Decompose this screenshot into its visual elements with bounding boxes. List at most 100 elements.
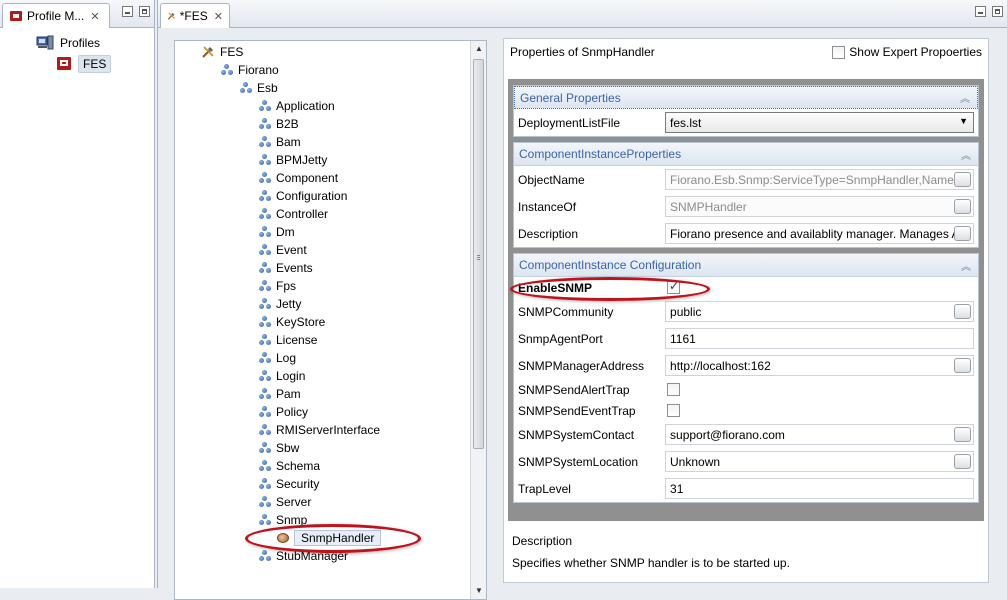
snmpsystemcontact-field[interactable]: support@fiorano.com bbox=[665, 424, 974, 445]
enablesnmp-checkbox[interactable] bbox=[667, 279, 680, 294]
description-field[interactable]: Fiorano presence and availablity manager… bbox=[665, 223, 974, 244]
minimize-icon[interactable] bbox=[975, 6, 986, 17]
description-title: Description bbox=[512, 534, 573, 548]
field-value: Fiorano.Esb.Snmp:ServiceType=SnmpHandler… bbox=[670, 172, 969, 187]
tree-node-license[interactable]: License bbox=[259, 331, 317, 349]
tree-node-bam[interactable]: Bam bbox=[259, 133, 301, 151]
tree-node-snmp[interactable]: Snmp bbox=[259, 511, 307, 529]
tree-label: Esb bbox=[257, 81, 278, 95]
collapse-icon[interactable]: ︽ bbox=[961, 258, 971, 273]
tree-node-b2b[interactable]: B2B bbox=[259, 115, 299, 133]
collapse-icon[interactable]: ︽ bbox=[960, 90, 970, 105]
tree-node-schema[interactable]: Schema bbox=[259, 457, 320, 475]
snmpsystemlocation-field[interactable]: Unknown bbox=[665, 451, 974, 472]
tree-node-snmphandler[interactable]: SnmpHandler bbox=[277, 529, 382, 547]
tree-node-policy[interactable]: Policy bbox=[259, 403, 308, 421]
tree-node-application[interactable]: Application bbox=[259, 97, 335, 115]
tree-node-server[interactable]: Server bbox=[259, 493, 311, 511]
component-node-icon bbox=[259, 424, 271, 436]
edit-button[interactable] bbox=[954, 454, 971, 469]
tree-node-fiorano[interactable]: Fiorano bbox=[221, 61, 279, 79]
prop-snmpsendeventtrap: SNMPSendEventTrap bbox=[514, 400, 978, 421]
tree-node-profiles[interactable]: Profiles bbox=[36, 32, 154, 53]
tree-node-fes-root[interactable]: FES bbox=[201, 43, 243, 61]
tab-label: *FES bbox=[179, 9, 208, 23]
tree-scrollbar[interactable]: ▲ ▼ bbox=[470, 41, 486, 599]
component-node-icon bbox=[259, 334, 271, 346]
prop-label: SNMPCommunity bbox=[518, 304, 614, 319]
fes-editor: *FES ✕ FES Fiorano Esb Application B2B B… bbox=[157, 0, 1007, 600]
scroll-up-icon[interactable]: ▲ bbox=[471, 41, 486, 57]
prop-objectname: ObjectName Fiorano.Esb.Snmp:ServiceType=… bbox=[514, 166, 978, 193]
tree-node-login[interactable]: Login bbox=[259, 367, 305, 385]
tree-label: Controller bbox=[276, 207, 329, 221]
prop-label: SNMPSendEventTrap bbox=[518, 403, 636, 418]
tree-node-security[interactable]: Security bbox=[259, 475, 319, 493]
close-icon[interactable]: ✕ bbox=[90, 10, 99, 23]
minimize-icon[interactable] bbox=[122, 6, 133, 17]
tree-node-esb[interactable]: Esb bbox=[240, 79, 278, 97]
tree-label: BPMJetty bbox=[276, 153, 328, 167]
scroll-thumb[interactable] bbox=[473, 59, 484, 449]
tree-node-keystore[interactable]: KeyStore bbox=[259, 313, 325, 331]
prop-snmpagentport: SnmpAgentPort 1161 bbox=[514, 325, 978, 352]
section-header[interactable]: ComponentInstanceProperties ︽ bbox=[514, 143, 978, 166]
tree-node-dm[interactable]: Dm bbox=[259, 223, 295, 241]
snmpcommunity-field[interactable]: public bbox=[665, 301, 974, 322]
tree-node-fps[interactable]: Fps bbox=[259, 277, 296, 295]
collapse-icon[interactable]: ︽ bbox=[961, 147, 971, 162]
snmpagentport-field[interactable]: 1161 bbox=[665, 328, 974, 349]
snmpmanageraddress-field[interactable]: http://localhost:162 bbox=[665, 355, 974, 376]
tree-node-sbw[interactable]: Sbw bbox=[259, 439, 299, 457]
scroll-down-icon[interactable]: ▼ bbox=[471, 583, 486, 599]
deploymentlistfile-select[interactable]: fes.lst ▼ bbox=[665, 112, 974, 133]
tab-profile-manager[interactable]: Profile M... ✕ bbox=[2, 3, 110, 28]
tree-node-pam[interactable]: Pam bbox=[259, 385, 301, 403]
field-value: SNMPHandler bbox=[670, 199, 747, 214]
snmpsendeventtrap-checkbox[interactable] bbox=[667, 404, 680, 417]
show-expert-toggle[interactable]: Show Expert Propoerties bbox=[832, 45, 982, 59]
tree-node-jetty[interactable]: Jetty bbox=[259, 295, 301, 313]
prop-enablesnmp: EnableSNMP bbox=[514, 277, 978, 298]
maximize-icon[interactable] bbox=[992, 6, 1003, 17]
edit-button[interactable] bbox=[954, 226, 971, 241]
tree-node-rmiserverinterface[interactable]: RMIServerInterface bbox=[259, 421, 380, 439]
tree-node-event[interactable]: Event bbox=[259, 241, 307, 259]
edit-button[interactable] bbox=[954, 358, 971, 373]
tree-label: Event bbox=[276, 243, 307, 257]
close-icon[interactable]: ✕ bbox=[214, 10, 223, 23]
snmpsendalerttrap-checkbox[interactable] bbox=[667, 383, 680, 396]
tree-node-configuration[interactable]: Configuration bbox=[259, 187, 347, 205]
tree-node-stubmanager[interactable]: StubManager bbox=[259, 547, 348, 565]
show-expert-checkbox[interactable] bbox=[832, 45, 846, 59]
prop-label: SNMPSendAlertTrap bbox=[518, 382, 630, 397]
edit-button[interactable] bbox=[954, 172, 971, 187]
component-node-icon bbox=[221, 64, 233, 76]
objectname-field[interactable]: Fiorano.Esb.Snmp:ServiceType=SnmpHandler… bbox=[665, 169, 974, 190]
edit-button[interactable] bbox=[954, 427, 971, 442]
properties-panel: Properties of SnmpHandler Show Expert Pr… bbox=[503, 38, 989, 583]
tree-node-controller[interactable]: Controller bbox=[259, 205, 328, 223]
instanceof-field[interactable]: SNMPHandler bbox=[665, 196, 974, 217]
edit-button[interactable] bbox=[954, 304, 971, 319]
tab-fes[interactable]: *FES ✕ bbox=[160, 3, 230, 28]
tree-node-log[interactable]: Log bbox=[259, 349, 296, 367]
section-header[interactable]: General Properties ︽ bbox=[514, 86, 978, 109]
field-value: 31 bbox=[670, 481, 684, 496]
profiles-tree: Profiles FES bbox=[0, 28, 154, 74]
tree-node-fes[interactable]: FES bbox=[56, 53, 154, 74]
maximize-icon[interactable] bbox=[139, 6, 150, 17]
component-node-icon bbox=[259, 550, 271, 562]
editor-tabbar: *FES ✕ bbox=[158, 0, 1007, 28]
tree-node-component[interactable]: Component bbox=[259, 169, 338, 187]
prop-description: Description Fiorano presence and availab… bbox=[514, 220, 978, 247]
section-header[interactable]: ComponentInstance Configuration ︽ bbox=[514, 254, 978, 277]
view-window-controls bbox=[122, 6, 150, 17]
section-general-properties: General Properties ︽ DeploymentListFile … bbox=[513, 85, 979, 137]
section-title: General Properties bbox=[520, 90, 621, 105]
tree-node-events[interactable]: Events bbox=[259, 259, 313, 277]
traplevel-field[interactable]: 31 bbox=[665, 478, 974, 499]
edit-button[interactable] bbox=[954, 199, 971, 214]
tree-label: Log bbox=[276, 351, 297, 365]
tree-node-bpmjetty[interactable]: BPMJetty bbox=[259, 151, 327, 169]
